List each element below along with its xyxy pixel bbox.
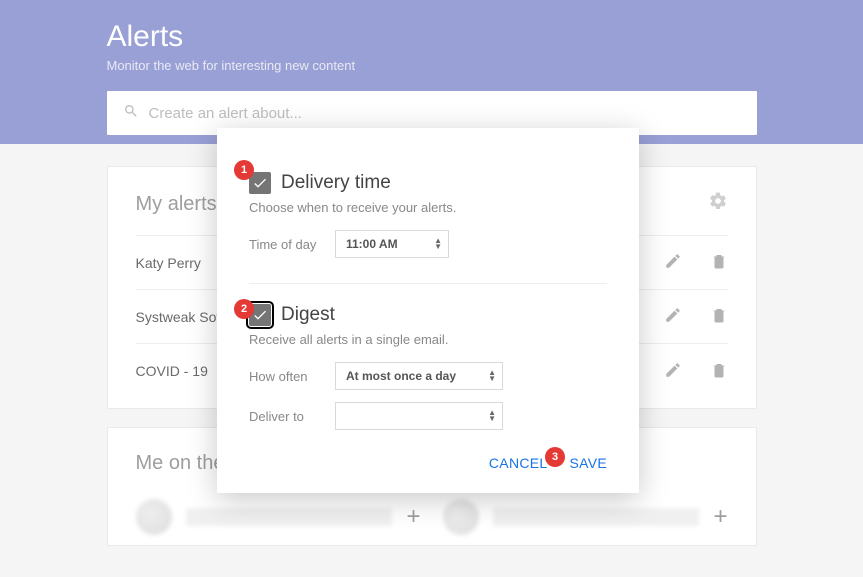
callout-3: 3 [545,447,565,467]
divider [249,283,607,284]
suggestion-text [493,508,700,526]
my-alerts-heading: My alerts [136,193,217,216]
page-subtitle: Monitor the web for interesting new cont… [107,58,757,73]
check-icon [252,175,268,191]
alert-row-actions [664,306,728,327]
avatar [443,499,479,535]
plus-icon[interactable]: + [713,503,727,531]
list-item[interactable]: + [443,499,728,535]
search-icon [123,103,139,124]
trash-icon[interactable] [710,361,728,382]
delivery-time-desc: Choose when to receive your alerts. [249,200,607,215]
how-often-select[interactable]: At most once a day ▲▼ [335,362,503,390]
chevron-updown-icon: ▲▼ [488,370,496,382]
alert-row-actions [664,361,728,382]
pencil-icon[interactable] [664,252,682,273]
time-of-day-value: 11:00 AM [346,237,398,251]
how-often-label: How often [249,369,335,384]
cancel-button[interactable]: CANCEL [489,455,548,471]
time-of-day-label: Time of day [249,237,335,252]
chevron-updown-icon: ▲▼ [488,410,496,422]
callout-2: 2 [234,299,254,319]
list-item[interactable]: + [136,499,421,535]
how-often-value: At most once a day [346,369,456,383]
check-icon [252,307,268,323]
settings-dialog: Delivery time Choose when to receive you… [217,128,639,493]
digest-desc: Receive all alerts in a single email. [249,332,607,347]
pencil-icon[interactable] [664,361,682,382]
digest-section: Digest Receive all alerts in a single em… [249,304,607,431]
save-button[interactable]: SAVE [569,455,607,471]
alert-name: COVID - 19 [136,363,208,379]
trash-icon[interactable] [710,252,728,273]
plus-icon[interactable]: + [406,503,420,531]
page-header: Alerts Monitor the web for interesting n… [0,0,863,144]
delivery-time-section: Delivery time Choose when to receive you… [249,172,607,259]
suggestion-text [186,508,393,526]
pencil-icon[interactable] [664,306,682,327]
deliver-to-select[interactable]: ▲▼ [335,402,503,430]
avatar [136,499,172,535]
callout-1: 1 [234,160,254,180]
deliver-to-label: Deliver to [249,409,335,424]
trash-icon[interactable] [710,306,728,327]
gear-icon[interactable] [708,191,728,217]
alert-name: Katy Perry [136,255,201,271]
digest-title: Digest [281,304,335,326]
alert-row-actions [664,252,728,273]
page-title: Alerts [107,20,757,54]
search-input[interactable] [149,105,741,122]
time-of-day-select[interactable]: 11:00 AM ▲▼ [335,230,449,258]
delivery-time-title: Delivery time [281,172,391,194]
me-suggestions: + + [136,499,728,535]
chevron-updown-icon: ▲▼ [434,238,442,250]
